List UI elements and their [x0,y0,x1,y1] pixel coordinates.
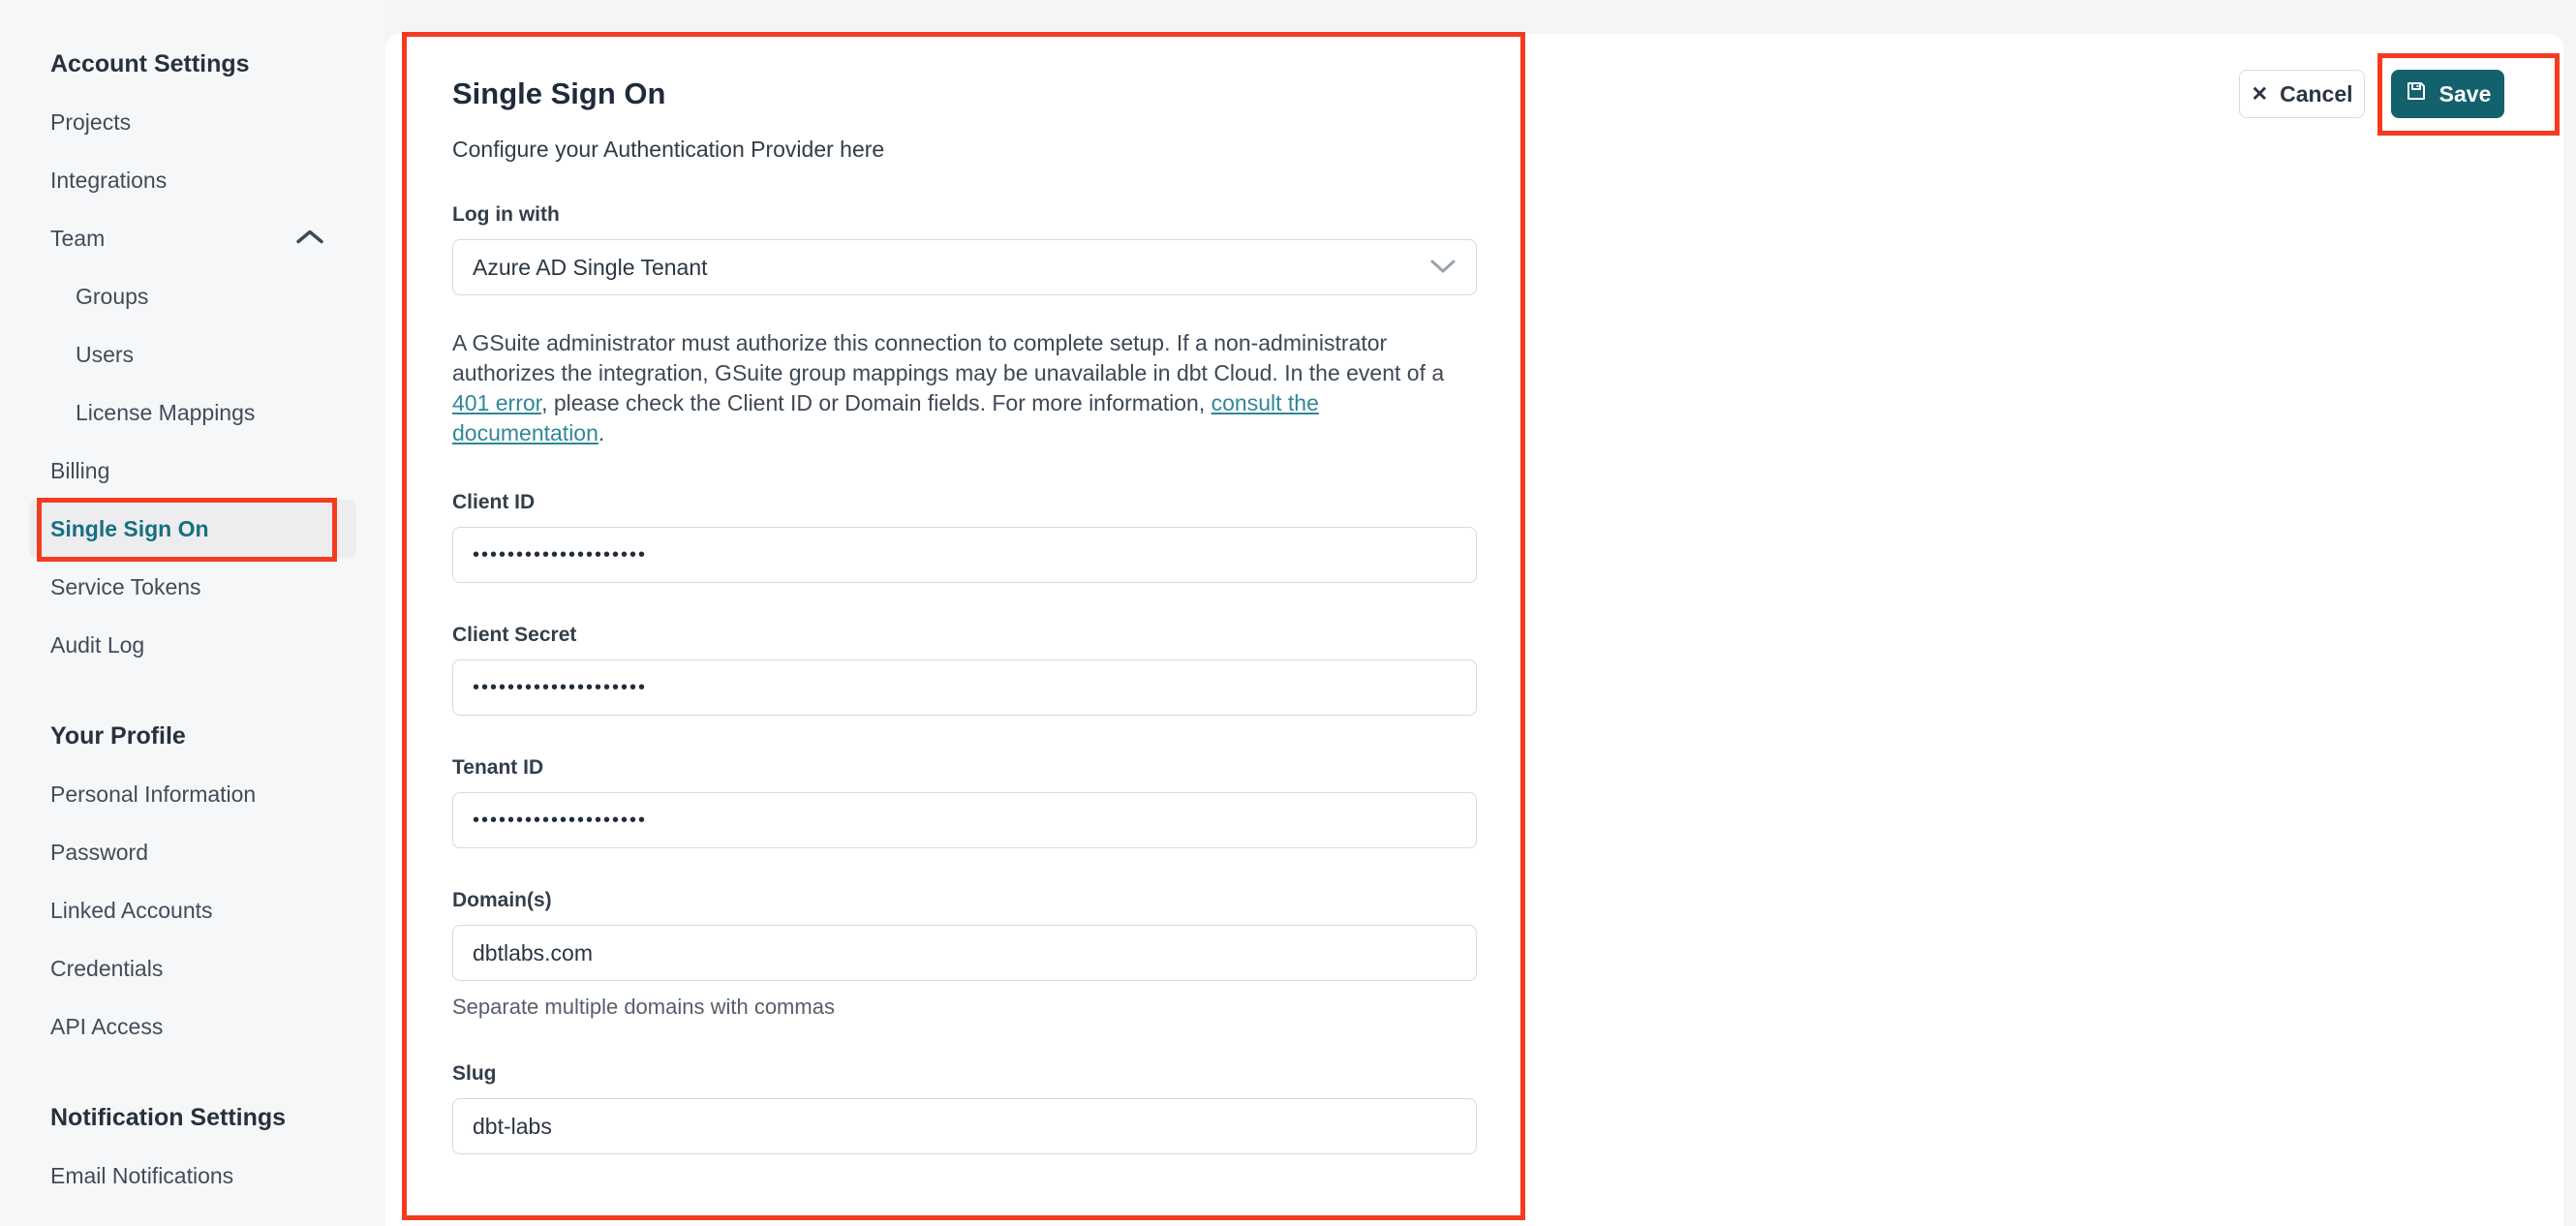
401-error-link[interactable]: 401 error [452,390,541,415]
sidebar-item-api-access[interactable]: API Access [0,997,385,1056]
sidebar-header-your-profile: Your Profile [0,707,385,765]
sidebar-item-password[interactable]: Password [0,823,385,881]
client-secret-input[interactable]: •••••••••••••••••••• [452,659,1477,716]
settings-sidebar: Account Settings Projects Integrations T… [0,0,385,1226]
dbt-cloud-account-settings-page: { "annotation": { "color": "#f43b20" }, … [0,0,2576,1226]
sidebar-item-label: Personal Information [50,781,257,807]
sidebar-item-label: Single Sign On [50,515,209,541]
domains-group: Domain(s) dbtlabs.com Separate multiple … [452,889,1477,1020]
sidebar-header-label: Your Profile [50,721,186,750]
sidebar-item-audit-log[interactable]: Audit Log [0,616,385,674]
cancel-button[interactable]: ✕ Cancel [2239,70,2365,118]
sidebar-item-label: Groups [76,283,149,309]
info-text-part: A GSuite administrator must authorize th… [452,330,1445,385]
client-id-group: Client ID •••••••••••••••••••• [452,491,1477,583]
auth-provider-select[interactable]: Azure AD Single Tenant [452,239,1477,295]
sidebar-item-groups[interactable]: Groups [0,267,385,325]
sidebar-item-label: Billing [50,457,110,483]
info-text-part: , please check the Client ID or Domain f… [541,390,1211,415]
sidebar-header-label: Account Settings [50,49,250,77]
domains-label: Domain(s) [452,889,552,911]
sidebar-item-label: Integrations [50,167,168,193]
slug-label: Slug [452,1062,497,1085]
client-secret-label: Client Secret [452,624,577,646]
save-button-label: Save [2438,80,2492,107]
sidebar-item-users[interactable]: Users [0,325,385,383]
domains-helper-text: Separate multiple domains with commas [452,995,835,1019]
sidebar-item-label: Audit Log [50,631,145,658]
sidebar-item-label: Service Tokens [50,573,201,599]
page-title: Single Sign On [452,77,666,110]
sidebar-header-account-settings: Account Settings [0,35,385,93]
sidebar-item-label: Team [50,225,106,251]
sidebar-header-notification-settings: Notification Settings [0,1088,385,1147]
client-id-masked-value: •••••••••••••••••••• [473,543,648,566]
sidebar-item-team[interactable]: Team [0,209,385,267]
tenant-id-group: Tenant ID •••••••••••••••••••• [452,756,1477,848]
info-text-part: . [598,420,605,445]
sidebar-item-linked-accounts[interactable]: Linked Accounts [0,881,385,939]
chevron-down-icon [1429,255,1457,281]
save-button[interactable]: Save [2391,70,2504,118]
domains-value: dbtlabs.com [473,939,594,965]
client-secret-masked-value: •••••••••••••••••••• [473,676,648,698]
sidebar-item-label: API Access [50,1013,164,1039]
sidebar-item-personal-information[interactable]: Personal Information [0,765,385,823]
gsuite-info-text: A GSuite administrator must authorize th… [452,328,1477,448]
sidebar-header-label: Notification Settings [50,1103,287,1131]
sidebar-item-label: License Mappings [76,399,256,425]
tenant-id-input[interactable]: •••••••••••••••••••• [452,792,1477,848]
client-id-input[interactable]: •••••••••••••••••••• [452,527,1477,583]
main-content-panel: Single Sign On Configure your Authentica… [385,34,2563,1226]
slug-input[interactable]: dbt-labs [452,1098,1477,1154]
tenant-id-label: Tenant ID [452,756,544,779]
save-icon [2405,79,2428,108]
sidebar-item-integrations[interactable]: Integrations [0,151,385,209]
sidebar-item-email-notifications[interactable]: Email Notifications [0,1147,385,1205]
sidebar-item-credentials[interactable]: Credentials [0,939,385,997]
sidebar-item-single-sign-on[interactable]: Single Sign On [29,500,356,558]
sidebar-item-label: Email Notifications [50,1162,234,1188]
sidebar-item-license-mappings[interactable]: License Mappings [0,383,385,442]
slug-value: dbt-labs [473,1113,552,1139]
sidebar-item-label: Projects [50,108,132,135]
client-id-label: Client ID [452,491,536,513]
client-secret-group: Client Secret •••••••••••••••••••• [452,624,1477,716]
sidebar-item-label: Users [76,341,135,367]
auth-provider-selected-value: Azure AD Single Tenant [473,254,708,280]
tenant-id-masked-value: •••••••••••••••••••• [473,809,648,831]
page-subtitle: Configure your Authentication Provider h… [452,137,885,162]
sidebar-item-label: Linked Accounts [50,897,213,923]
sidebar-item-label: Password [50,839,148,865]
login-with-label: Log in with [452,203,560,226]
close-icon: ✕ [2251,82,2269,106]
slug-group: Slug dbt-labs [452,1062,1477,1154]
sidebar-item-service-tokens[interactable]: Service Tokens [0,558,385,616]
cancel-button-label: Cancel [2280,80,2353,107]
sidebar-item-label: Credentials [50,955,164,981]
chevron-up-icon[interactable] [295,226,324,252]
sso-form: Single Sign On Configure your Authentica… [385,34,1477,1154]
sidebar-item-billing[interactable]: Billing [0,442,385,500]
sidebar-item-projects[interactable]: Projects [0,93,385,151]
domains-input[interactable]: dbtlabs.com [452,925,1477,981]
